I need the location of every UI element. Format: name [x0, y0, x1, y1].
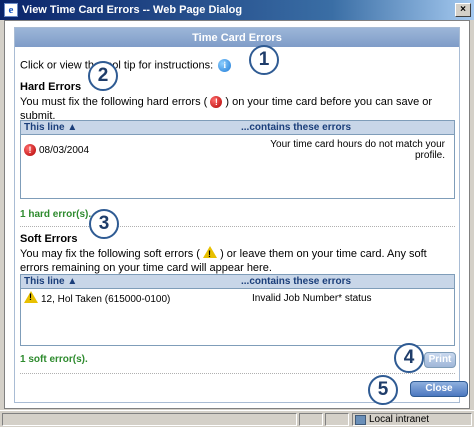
ie-icon: e [4, 3, 18, 17]
soft-error-count: 1 soft error(s). [20, 354, 88, 365]
warning-icon [24, 291, 38, 303]
print-button[interactable]: Print [424, 352, 456, 368]
soft-errors-grid: This line ▲ ...contains these errors 12,… [20, 274, 455, 346]
callout-5: 5 [368, 375, 398, 405]
status-cell [325, 413, 349, 426]
divider [20, 226, 455, 227]
hard-errors-title: Hard Errors [20, 81, 82, 93]
dialog-client: Time Card Errors Click or view the tool … [4, 20, 470, 409]
status-bar: Local intranet [0, 410, 474, 427]
panel-header: Time Card Errors [15, 28, 459, 47]
table-row[interactable]: 12, Hol Taken (615000-0100) Invalid Job … [21, 289, 454, 305]
intranet-icon [355, 414, 366, 425]
error-icon: ! [24, 144, 36, 156]
callout-1: 1 [249, 45, 279, 75]
hard-errors-grid: This line ▲ ...contains these errors ! 0… [20, 120, 455, 199]
hard-grid-header: This line ▲ ...contains these errors [21, 121, 454, 135]
soft-row-line-cell: 12, Hol Taken (615000-0100) [24, 291, 252, 305]
callout-3: 3 [89, 209, 119, 239]
soft-row-line: 12, Hol Taken (615000-0100) [41, 293, 171, 305]
soft-col-contains: ...contains these errors [241, 276, 352, 287]
hard-error-count: 1 hard error(s). [20, 209, 92, 220]
soft-errors-title: Soft Errors [20, 233, 78, 245]
hard-col-contains: ...contains these errors [241, 122, 352, 133]
hard-row-error: Your time card hours do not match your p… [270, 139, 445, 161]
divider [20, 373, 455, 374]
callout-2: 2 [88, 61, 118, 91]
soft-row-error: Invalid Job Number* status [252, 293, 372, 304]
callout-4: 4 [394, 343, 424, 373]
zone-label: Local intranet [369, 414, 430, 425]
info-icon[interactable]: i [218, 59, 232, 72]
soft-grid-header: This line ▲ ...contains these errors [21, 275, 454, 289]
dialog-titlebar: e View Time Card Errors -- Web Page Dial… [0, 0, 474, 20]
hard-row-line-cell: ! 08/03/2004 [24, 139, 252, 161]
window-close-button[interactable]: × [455, 3, 471, 17]
hard-row-line: 08/03/2004 [39, 144, 90, 156]
time-card-errors-panel: Time Card Errors Click or view the tool … [14, 27, 460, 403]
hard-desc-before: You must fix the following hard errors ( [20, 96, 208, 108]
soft-warning-icon [203, 246, 218, 261]
close-button[interactable]: Close [410, 381, 468, 397]
status-cell [299, 413, 323, 426]
security-zone: Local intranet [352, 413, 472, 426]
instructions-line: Click or view the tool tip for instructi… [20, 59, 232, 72]
soft-col-this-line[interactable]: This line ▲ [21, 276, 241, 287]
hard-col-this-line[interactable]: This line ▲ [21, 122, 241, 133]
hard-error-icon: ! [210, 96, 223, 109]
status-main-cell [2, 413, 297, 426]
table-row[interactable]: ! 08/03/2004 Your time card hours do not… [21, 135, 454, 161]
dialog-title: View Time Card Errors -- Web Page Dialog [22, 4, 243, 16]
hard-errors-description: You must fix the following hard errors (… [20, 95, 455, 123]
soft-desc-before: You may fix the following soft errors ( [20, 248, 200, 260]
soft-errors-description: You may fix the following soft errors ( … [20, 246, 455, 275]
